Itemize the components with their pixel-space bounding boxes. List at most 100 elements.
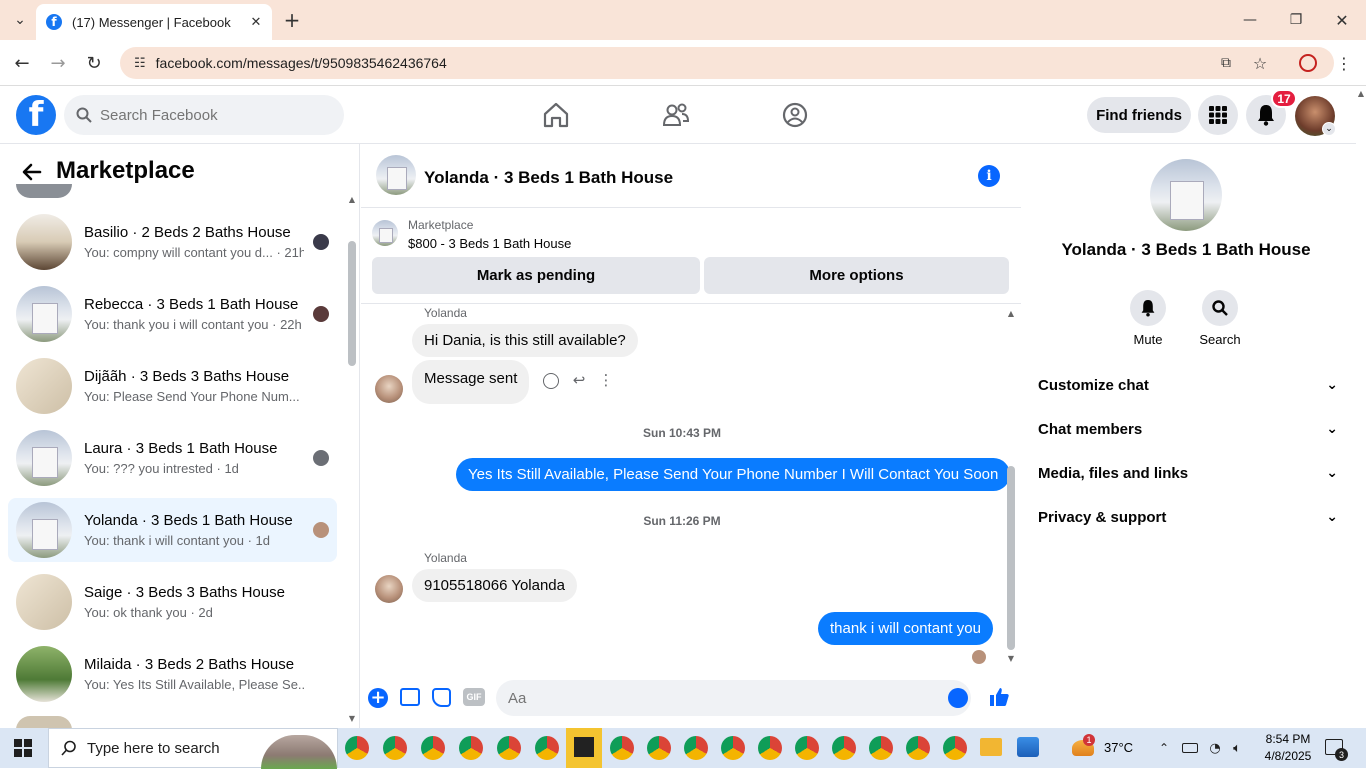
emoji-icon[interactable] [948,688,968,708]
chrome-icon[interactable] [345,736,369,760]
chrome-icon[interactable] [535,736,559,760]
incoming-message[interactable]: Message sent [412,360,530,404]
like-thumb-icon[interactable] [988,686,1010,708]
chrome-icon[interactable] [497,736,521,760]
chat-scroll-down-icon[interactable]: ▼ [1005,653,1017,663]
search-in-chat-button[interactable]: Search [1190,290,1250,347]
chrome-icon[interactable] [721,736,745,760]
chrome-icon[interactable] [943,736,967,760]
mute-button[interactable]: Mute [1118,290,1178,347]
scroll-down-arrow-icon[interactable]: ▼ [346,713,358,723]
address-bar[interactable]: ☷ facebook.com/messages/t/95098354624367… [120,47,1334,79]
sender-avatar[interactable] [375,575,403,603]
chrome-icon[interactable] [758,736,782,760]
profile-picture[interactable] [1150,159,1222,231]
chrome-profile-icon[interactable] [647,736,671,760]
back-arrow-icon[interactable] [20,160,44,184]
customize-chat-row[interactable]: Customize chat ⌄ [1038,363,1338,407]
chrome-icon[interactable] [459,736,483,760]
react-emoji-icon[interactable] [543,373,559,389]
groups-nav-icon[interactable] [775,97,815,133]
incoming-message[interactable]: 9105518066 Yolanda [412,569,577,602]
facebook-search-input[interactable] [100,106,320,124]
friends-nav-icon[interactable] [656,97,696,133]
account-chevron-icon[interactable]: ⌄ [1322,122,1336,136]
minimize-icon[interactable]: — [1238,8,1262,32]
chrome-icon[interactable] [832,736,856,760]
new-tab-icon[interactable]: + [280,8,304,32]
forward-icon[interactable]: → [46,51,70,75]
chat-scrollbar[interactable] [1007,466,1015,650]
back-icon[interactable]: ← [10,51,34,75]
media-files-links-row[interactable]: Media, files and links ⌄ [1038,451,1338,495]
message-input[interactable] [508,689,928,707]
bookmark-star-icon[interactable]: ☆ [1248,51,1272,75]
browser-menu-icon[interactable]: ⋮ [1334,51,1354,75]
page-scrollbar[interactable]: ▲ [1356,87,1366,728]
close-window-icon[interactable]: ✕ [1330,8,1354,32]
chat-avatar[interactable] [376,155,416,195]
reply-icon[interactable]: ↩ [570,371,588,389]
chrome-icon[interactable] [869,736,893,760]
browser-tab-messenger[interactable]: f (17) Messenger | Facebook ✕ [36,4,272,40]
taskbar-search-box[interactable]: Type here to search [48,728,338,769]
listing-price-title[interactable]: $800 - 3 Beds 1 Bath House [408,236,571,251]
install-app-icon[interactable]: ⧉ [1214,51,1238,75]
profile-icon[interactable] [1299,54,1317,72]
message-input-box[interactable] [496,680,971,716]
conversation-item-rebecca[interactable]: Rebecca · 3 Beds 1 Bath House You: thank … [8,282,337,346]
sticker-icon[interactable] [432,688,451,707]
mark-as-pending-button[interactable]: Mark as pending [372,257,700,294]
more-actions-icon[interactable]: ⋮ [599,371,614,389]
more-options-button[interactable]: More options [704,257,1009,294]
conversation-item-yolanda[interactable]: Yolanda · 3 Beds 1 Bath House You: thank … [8,498,337,562]
chrome-icon[interactable] [906,736,930,760]
chrome-icon[interactable] [421,736,445,760]
attach-photo-icon[interactable] [400,688,420,706]
incoming-message[interactable]: Hi Dania, is this still available? [412,324,638,357]
conversation-item-laura[interactable]: Laura · 3 Beds 1 Bath House You: ??? you … [8,426,337,490]
chevron-down-icon: ⌄ [1326,509,1338,525]
volume-icon[interactable]: 🔈︎ [1228,738,1246,758]
temperature-label[interactable]: 37°C [1104,740,1133,755]
conversation-item-saige[interactable]: Saige · 3 Beds 3 Baths House You: ok than… [8,570,337,634]
site-info-icon[interactable]: ☷ [134,56,146,71]
show-hidden-icons-icon[interactable]: ⌃ [1156,738,1172,758]
tab-search-icon[interactable]: ⌄ [8,8,32,32]
chrome-icon[interactable] [383,736,407,760]
conversation-item-dijaah[interactable]: Dijããh · 3 Beds 3 Baths House You: Please… [8,354,337,418]
page-scroll-up-icon[interactable]: ▲ [1356,87,1366,99]
battery-icon[interactable] [1182,743,1198,753]
photos-icon[interactable] [1017,737,1039,757]
facebook-search-box[interactable] [64,95,344,135]
sender-avatar[interactable] [375,375,403,403]
home-nav-icon[interactable] [536,97,576,133]
windows-start-icon[interactable] [14,739,32,757]
chrome-icon[interactable] [795,736,819,760]
chat-members-row[interactable]: Chat members ⌄ [1038,407,1338,451]
conversation-item-milaida[interactable]: Milaida · 3 Beds 2 Baths House You: Yes I… [8,642,337,706]
privacy-support-row[interactable]: Privacy & support ⌄ [1038,495,1338,539]
wifi-icon[interactable]: ◔ [1206,738,1224,758]
gif-icon[interactable]: GIF [463,688,485,706]
more-actions-plus-icon[interactable]: + [368,688,388,708]
reload-icon[interactable]: ↻ [82,51,106,75]
outgoing-message[interactable]: Yes Its Still Available, Please Send You… [456,458,1011,491]
listing-thumbnail[interactable] [372,220,398,246]
conversation-item-basilio[interactable]: Basilio · 2 Beds 2 Baths House You: compn… [8,210,337,274]
info-icon[interactable]: i [978,165,1000,187]
outgoing-message[interactable]: thank i will contant you [818,612,993,645]
menu-grid-button[interactable] [1198,95,1238,135]
chat-title[interactable]: Yolanda · 3 Beds 1 Bath House [424,168,673,188]
facebook-logo-icon[interactable]: f [16,95,56,135]
tab-close-icon[interactable]: ✕ [248,15,264,30]
conversation-list-scrollbar[interactable] [348,241,356,366]
find-friends-button[interactable]: Find friends [1087,97,1191,133]
chrome-icon[interactable] [684,736,708,760]
taskbar-clock[interactable]: 8:54 PM 4/8/2025 [1260,731,1316,765]
chrome-icon[interactable] [610,736,634,760]
restore-icon[interactable]: ❐ [1284,8,1308,32]
scroll-up-arrow-icon[interactable]: ▲ [346,194,358,204]
chat-scroll-up-icon[interactable]: ▲ [1005,308,1017,318]
file-explorer-icon[interactable] [980,738,1002,756]
